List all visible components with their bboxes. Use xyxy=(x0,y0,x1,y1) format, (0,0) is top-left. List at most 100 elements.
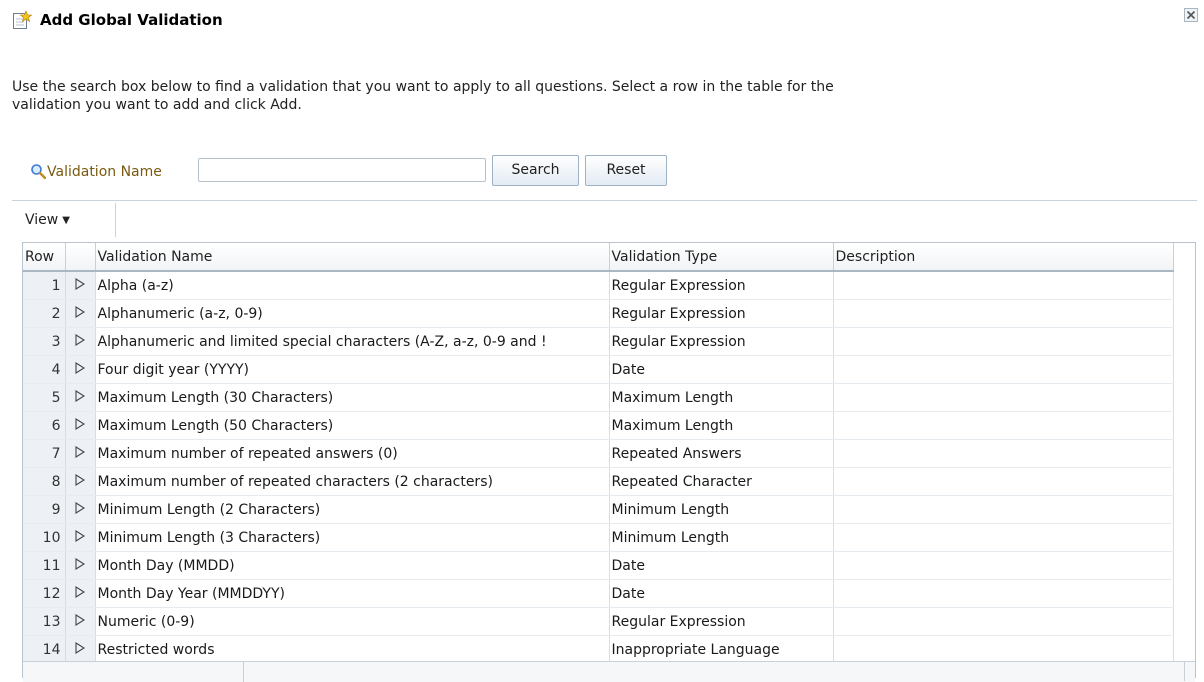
table-row[interactable]: 2 Alphanumeric (a-z, 0-9) Regular Expressi… xyxy=(23,299,1174,328)
description-cell xyxy=(833,579,1174,608)
validation-type-cell: Maximum Length xyxy=(609,383,834,412)
disclose-cell[interactable] xyxy=(65,271,96,300)
table-row[interactable]: 7 Maximum number of repeated answers (0) R… xyxy=(23,439,1174,468)
disclose-cell[interactable] xyxy=(65,523,96,552)
validation-name-cell: Maximum Length (50 Characters) xyxy=(95,411,610,440)
disclose-cell[interactable] xyxy=(65,383,96,412)
view-menu-label: View xyxy=(25,212,59,228)
validation-name-cell: Month Day Year (MMDDYY) xyxy=(95,579,610,608)
table-row[interactable]: 1 Alpha (a-z) Regular Expression xyxy=(23,271,1174,300)
row-number-cell: 9 xyxy=(23,495,66,524)
close-icon[interactable] xyxy=(1184,8,1198,22)
disclose-cell[interactable] xyxy=(65,355,96,384)
table-row[interactable]: 4 Four digit year (YYYY) Date xyxy=(23,355,1174,384)
row-number-cell: 12 xyxy=(23,579,66,608)
validation-name-cell: Maximum number of repeated answers (0) xyxy=(95,439,610,468)
description-cell xyxy=(833,439,1174,468)
chevron-down-icon: ▼ xyxy=(62,215,70,226)
validation-name-cell: Alphanumeric (a-z, 0-9) xyxy=(95,299,610,328)
description-cell xyxy=(833,383,1174,412)
disclose-cell[interactable] xyxy=(65,439,96,468)
disclose-cell[interactable] xyxy=(65,327,96,356)
disclose-cell[interactable] xyxy=(65,467,96,496)
description-cell xyxy=(833,523,1174,552)
reset-button[interactable]: Reset xyxy=(585,155,667,186)
table-row[interactable]: 8 Maximum number of repeated characters (… xyxy=(23,467,1174,496)
disclosure-triangle-icon[interactable] xyxy=(75,361,86,374)
table-row[interactable]: 6 Maximum Length (50 Characters) Maximum L… xyxy=(23,411,1174,440)
disclosure-triangle-icon[interactable] xyxy=(75,557,86,570)
disclose-cell[interactable] xyxy=(65,551,96,580)
validation-type-cell: Inappropriate Language xyxy=(609,635,834,664)
row-number-cell: 13 xyxy=(23,607,66,636)
row-number-cell: 8 xyxy=(23,467,66,496)
disclosure-triangle-icon[interactable] xyxy=(75,529,86,542)
validation-type-cell: Regular Expression xyxy=(609,327,834,356)
view-menu[interactable]: View ▼ xyxy=(25,203,70,237)
table-row[interactable]: 12 Month Day Year (MMDDYY) Date xyxy=(23,579,1174,608)
column-header-validation-type[interactable]: Validation Type xyxy=(609,243,834,272)
row-number-cell: 2 xyxy=(23,299,66,328)
table-row[interactable]: 5 Maximum Length (30 Characters) Maximum L… xyxy=(23,383,1174,412)
disclose-cell[interactable] xyxy=(65,635,96,664)
validation-name-cell: Restricted words xyxy=(95,635,610,664)
disclosure-triangle-icon[interactable] xyxy=(75,389,86,402)
validation-type-cell: Repeated Answers xyxy=(609,439,834,468)
validation-type-cell: Date xyxy=(609,355,834,384)
disclosure-triangle-icon[interactable] xyxy=(75,473,86,486)
table-row[interactable]: 11 Month Day (MMDD) Date xyxy=(23,551,1174,580)
validation-type-cell: Minimum Length xyxy=(609,523,834,552)
validation-type-cell: Minimum Length xyxy=(609,495,834,524)
vertical-scrollbar-edge xyxy=(1184,661,1185,681)
description-cell xyxy=(833,411,1174,440)
validation-name-cell: Month Day (MMDD) xyxy=(95,551,610,580)
disclose-cell[interactable] xyxy=(65,299,96,328)
row-number-cell: 6 xyxy=(23,411,66,440)
disclose-cell[interactable] xyxy=(65,411,96,440)
disclosure-triangle-icon[interactable] xyxy=(75,417,86,430)
disclosure-triangle-icon[interactable] xyxy=(75,641,86,654)
table-row[interactable]: 10 Minimum Length (3 Characters) Minimum L… xyxy=(23,523,1174,552)
instructions-text: Use the search box below to find a valid… xyxy=(12,79,834,113)
disclosure-triangle-icon[interactable] xyxy=(75,333,86,346)
disclosure-triangle-icon[interactable] xyxy=(75,277,86,290)
description-cell xyxy=(833,327,1174,356)
search-label-group: Validation Name xyxy=(30,163,162,180)
table-row[interactable]: 13 Numeric (0-9) Regular Expression xyxy=(23,607,1174,636)
row-number-cell: 1 xyxy=(23,271,66,300)
column-header-row[interactable]: Row xyxy=(23,243,66,272)
table-row[interactable]: 9 Minimum Length (2 Characters) Minimum Le… xyxy=(23,495,1174,524)
search-field-label: Validation Name xyxy=(47,164,162,180)
dialog-title: Add Global Validation xyxy=(40,11,223,29)
footer-divider xyxy=(243,662,244,682)
disclose-cell[interactable] xyxy=(65,495,96,524)
validation-name-cell: Maximum number of repeated characters (2… xyxy=(95,467,610,496)
validation-name-input[interactable] xyxy=(198,158,486,182)
disclosure-triangle-icon[interactable] xyxy=(75,445,86,458)
description-cell xyxy=(833,271,1174,300)
row-number-cell: 3 xyxy=(23,327,66,356)
validation-name-cell: Numeric (0-9) xyxy=(95,607,610,636)
validation-type-cell: Date xyxy=(609,551,834,580)
row-number-cell: 10 xyxy=(23,523,66,552)
disclosure-triangle-icon[interactable] xyxy=(75,613,86,626)
row-number-cell: 11 xyxy=(23,551,66,580)
disclose-cell[interactable] xyxy=(65,579,96,608)
disclose-cell[interactable] xyxy=(65,607,96,636)
disclosure-triangle-icon[interactable] xyxy=(75,305,86,318)
column-header-description[interactable]: Description xyxy=(833,243,1174,272)
table-row[interactable]: 14 Restricted words Inappropriate Language xyxy=(23,635,1174,664)
table-row[interactable]: 3 Alphanumeric and limited special charac… xyxy=(23,327,1174,356)
table-body: 1 Alpha (a-z) Regular Expression 2 Alphanume… xyxy=(23,271,1174,664)
disclosure-triangle-icon[interactable] xyxy=(75,501,86,514)
description-cell xyxy=(833,355,1174,384)
validation-name-cell: Maximum Length (30 Characters) xyxy=(95,383,610,412)
search-button[interactable]: Search xyxy=(492,155,579,186)
column-header-disclose xyxy=(65,243,96,272)
toolbar-divider xyxy=(12,200,1197,201)
validation-name-cell: Four digit year (YYYY) xyxy=(95,355,610,384)
column-header-validation-name[interactable]: Validation Name xyxy=(95,243,610,272)
disclosure-triangle-icon[interactable] xyxy=(75,585,86,598)
validation-name-cell: Minimum Length (2 Characters) xyxy=(95,495,610,524)
validation-type-cell: Date xyxy=(609,579,834,608)
